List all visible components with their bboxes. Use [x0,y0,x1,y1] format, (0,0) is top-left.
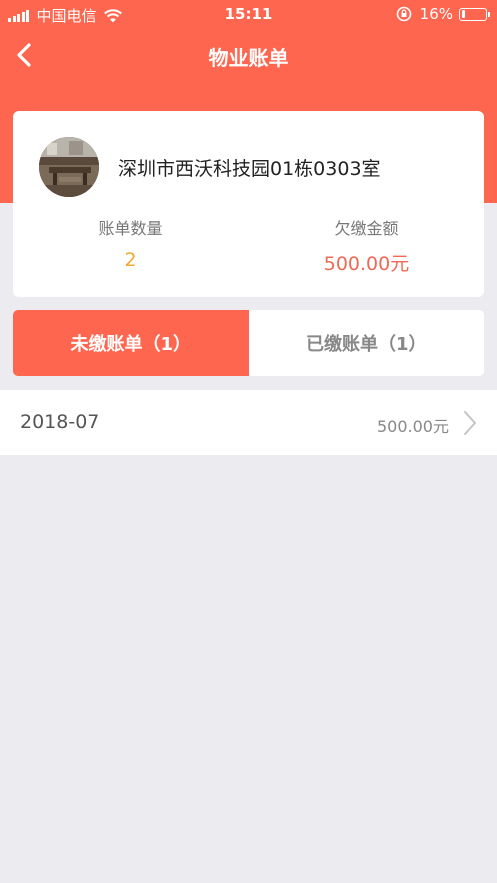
battery-icon [459,7,490,21]
battery-level [461,10,466,18]
tab-paid[interactable]: 已缴账单（1） [248,310,484,376]
chevron-right-icon [464,411,476,435]
battery-percentage: 16% [419,5,453,23]
status-right: 16% [396,5,490,23]
bill-month: 2018-07 [20,411,100,433]
bill-count-stat: 账单数量 2 [13,215,248,271]
amount-owed-value: 500.00元 [323,253,410,275]
amount-owed-stat: 欠缴金额 500.00元 [249,215,484,276]
page-title: 物业账单 [208,46,289,70]
status-bar: 中国电信 15:11 16% [0,0,497,28]
list-item[interactable]: 2018-07 500.00元 [0,390,497,455]
avatar [39,137,99,197]
nav-bar: 物业账单 [0,30,497,80]
bill-amount: 500.00元 [377,417,449,436]
tab-unpaid[interactable]: 未缴账单（1） [13,310,249,376]
property-info-card: 深圳市西沃科技园01栋0303室 账单数量 2 欠缴金额 500.00元 [13,111,484,297]
bill-count-value: 2 [124,249,137,271]
bill-tabs: 未缴账单（1） 已缴账单（1） [13,310,484,376]
property-address: 深圳市西沃科技园01栋0303室 [118,158,381,180]
orientation-lock-icon [396,6,411,22]
amount-owed-label: 欠缴金额 [334,219,399,238]
bill-count-label: 账单数量 [98,219,163,238]
